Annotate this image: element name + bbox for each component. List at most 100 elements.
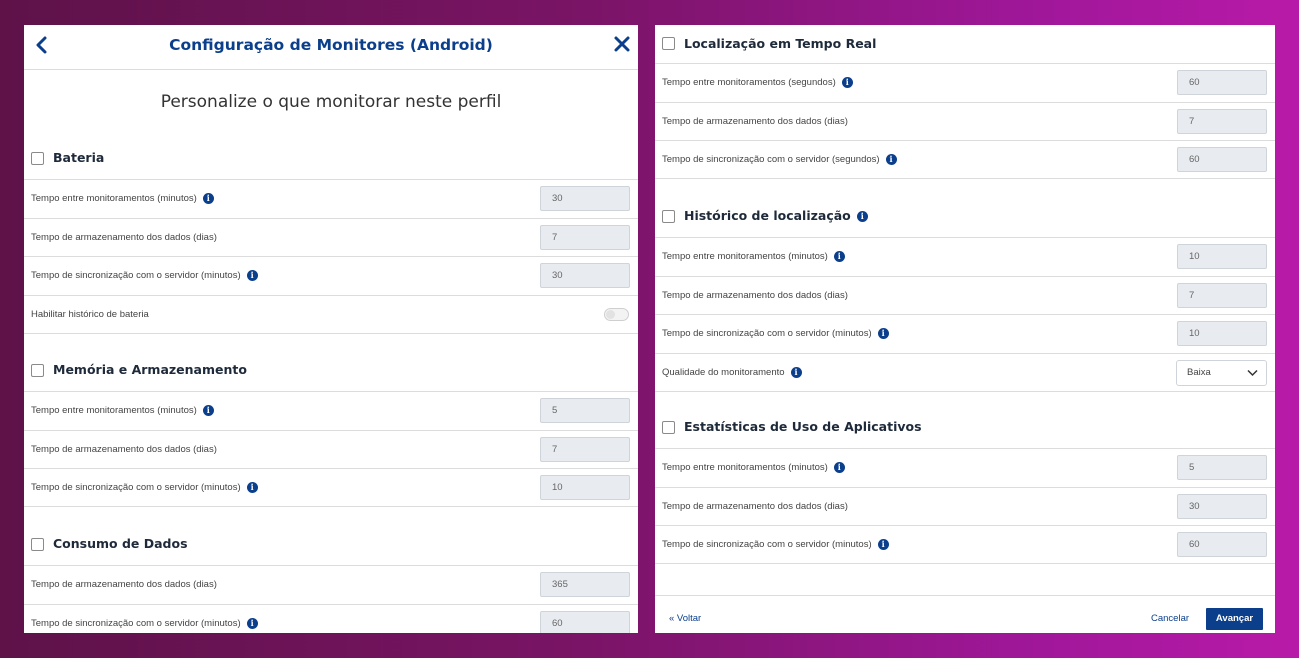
bateria-checkbox[interactable] — [31, 152, 44, 165]
setting-row: Tempo de armazenamento dos dados (dias) … — [655, 101, 1275, 141]
setting-row: Tempo de armazenamento dos dados (dias) … — [24, 565, 638, 604]
setting-row: Tempo entre monitoramentos (minutos) i 5 — [24, 391, 638, 430]
dialog-title: Configuração de Monitores (Android) — [169, 36, 493, 54]
setting-label: Tempo de armazenamento dos dados (dias) — [662, 289, 848, 301]
info-icon[interactable]: i — [833, 462, 845, 473]
next-button[interactable]: Avançar — [1206, 608, 1263, 630]
chevron-down-icon — [1247, 370, 1258, 377]
setting-label: Tempo de armazenamento dos dados (dias) — [31, 579, 217, 590]
setting-label: Tempo de sincronização com o servidor (m… — [31, 617, 241, 629]
setting-label: Habilitar histórico de bateria — [31, 309, 149, 321]
setting-row: Tempo entre monitoramentos (minutos) i 30 — [24, 179, 638, 218]
quality-select-value: Baixa — [1187, 367, 1211, 379]
info-icon[interactable]: i — [246, 482, 258, 494]
consumo-checkbox[interactable] — [31, 538, 44, 551]
setting-row: Tempo de armazenamento dos dados (dias) … — [655, 486, 1275, 526]
setting-row: Tempo de sincronização com o servidor (m… — [655, 314, 1275, 353]
back-link[interactable]: « Voltar — [669, 613, 701, 624]
setting-label: Tempo de sincronização com o servidor (m… — [31, 482, 241, 494]
estatisticas-checkbox[interactable] — [662, 421, 675, 434]
setting-input[interactable]: 7 — [540, 436, 630, 462]
setting-input[interactable]: 10 — [1177, 244, 1267, 269]
setting-row: Tempo entre monitoramentos (minutos) i 5 — [655, 448, 1275, 487]
setting-input[interactable]: 5 — [1177, 455, 1267, 480]
setting-row: Habilitar histórico de bateria — [24, 295, 638, 334]
dialog-header: Configuração de Monitores (Android) — [24, 25, 638, 70]
quality-select[interactable]: Baixa — [1176, 360, 1267, 387]
setting-row: Tempo de sincronização com o servidor (m… — [24, 468, 638, 508]
setting-row: Tempo entre monitoramentos (minutos) i 10 — [655, 237, 1275, 276]
info-icon[interactable]: i — [833, 251, 845, 262]
setting-input[interactable]: 60 — [1177, 70, 1267, 95]
section-title: Histórico de localização — [684, 208, 851, 223]
section-localizacao-tempo-real: Localização em Tempo Real Tempo entre mo… — [655, 25, 1275, 180]
section-title: Estatísticas de Uso de Aplicativos — [684, 419, 922, 434]
section-title: Localização em Tempo Real — [684, 36, 877, 51]
setting-input[interactable]: 60 — [1177, 147, 1267, 173]
setting-input[interactable]: 7 — [540, 224, 630, 250]
section-bateria: Bateria Tempo entre monitoramentos (minu… — [24, 139, 638, 334]
info-icon[interactable]: i — [246, 617, 258, 629]
info-icon[interactable]: i — [202, 193, 214, 204]
section-title: Consumo de Dados — [53, 536, 188, 551]
setting-label: Tempo de armazenamento dos dados (dias) — [31, 231, 217, 243]
setting-row: Tempo de armazenamento dos dados (dias) … — [655, 275, 1275, 315]
setting-label: Tempo entre monitoramentos (minutos) — [31, 193, 197, 205]
setting-label: Tempo de armazenamento dos dados (dias) — [31, 443, 217, 455]
toggle-knob — [606, 310, 615, 320]
historico-checkbox[interactable] — [662, 210, 675, 223]
setting-label: Qualidade do monitoramento — [662, 367, 785, 379]
setting-label: Tempo entre monitoramentos (minutos) — [662, 462, 828, 474]
setting-label: Tempo de armazenamento dos dados (dias) — [662, 500, 848, 512]
info-icon[interactable]: i — [877, 328, 889, 340]
setting-input[interactable]: 30 — [1177, 493, 1267, 519]
section-title: Memória e Armazenamento — [53, 362, 247, 377]
monitor-config-panel-right: Localização em Tempo Real Tempo entre mo… — [655, 25, 1275, 633]
info-icon[interactable]: i — [841, 77, 853, 88]
setting-label: Tempo de sincronização com o servidor (m… — [662, 328, 872, 340]
section-consumo: Consumo de Dados Tempo de armazenamento … — [24, 525, 638, 633]
setting-label: Tempo entre monitoramentos (minutos) — [31, 405, 197, 417]
monitor-config-panel-left: Configuração de Monitores (Android) Pers… — [24, 25, 638, 633]
setting-input[interactable]: 60 — [540, 610, 630, 633]
close-icon[interactable] — [612, 34, 632, 54]
setting-input[interactable]: 5 — [540, 398, 630, 423]
setting-row: Tempo de sincronização com o servidor (m… — [655, 525, 1275, 565]
info-icon[interactable]: i — [885, 154, 897, 166]
info-icon[interactable]: i — [856, 211, 868, 222]
tempo-real-checkbox[interactable] — [662, 37, 675, 50]
section-memoria: Memória e Armazenamento Tempo entre moni… — [24, 351, 638, 508]
setting-row: Tempo de sincronização com o servidor (s… — [655, 140, 1275, 180]
setting-label: Tempo de sincronização com o servidor (m… — [31, 270, 241, 282]
info-icon[interactable]: i — [246, 270, 258, 282]
section-estatisticas-uso: Estatísticas de Uso de Aplicativos Tempo… — [655, 408, 1275, 565]
info-icon[interactable]: i — [202, 405, 214, 416]
info-icon[interactable]: i — [790, 367, 802, 379]
page-subtitle: Personalize o que monitorar neste perfil — [160, 92, 502, 112]
setting-label: Tempo de armazenamento dos dados (dias) — [662, 115, 848, 127]
setting-input[interactable]: 7 — [1177, 282, 1267, 308]
setting-input[interactable]: 365 — [540, 572, 630, 597]
memoria-checkbox[interactable] — [31, 364, 44, 377]
info-icon[interactable]: i — [877, 539, 889, 551]
setting-input[interactable]: 10 — [1177, 321, 1267, 347]
setting-row: Tempo de sincronização com o servidor (m… — [24, 603, 638, 633]
section-title: Bateria — [53, 150, 105, 165]
setting-label: Tempo entre monitoramentos (segundos) — [662, 77, 836, 89]
setting-input[interactable]: 7 — [1177, 108, 1267, 134]
setting-label: Tempo de sincronização com o servidor (s… — [662, 154, 880, 166]
setting-row: Qualidade do monitoramento i Baixa — [655, 353, 1275, 392]
setting-row: Tempo de armazenamento dos dados (dias) … — [24, 217, 638, 257]
dialog-footer: « Voltar Cancelar Avançar — [655, 595, 1275, 633]
setting-row: Tempo entre monitoramentos (segundos) i 6… — [655, 63, 1275, 102]
setting-label: Tempo entre monitoramentos (minutos) — [662, 251, 828, 263]
setting-row: Tempo de armazenamento dos dados (dias) … — [24, 429, 638, 469]
cancel-button[interactable]: Cancelar — [1151, 613, 1189, 624]
setting-input[interactable]: 30 — [540, 263, 630, 289]
setting-input[interactable]: 10 — [540, 475, 630, 501]
section-historico-localizacao: Histórico de localização i Tempo entre mo… — [655, 197, 1275, 392]
setting-input[interactable]: 60 — [1177, 532, 1267, 558]
setting-input[interactable]: 30 — [540, 186, 630, 211]
battery-history-toggle[interactable] — [604, 308, 629, 322]
setting-row: Tempo de sincronização com o servidor (m… — [24, 256, 638, 295]
